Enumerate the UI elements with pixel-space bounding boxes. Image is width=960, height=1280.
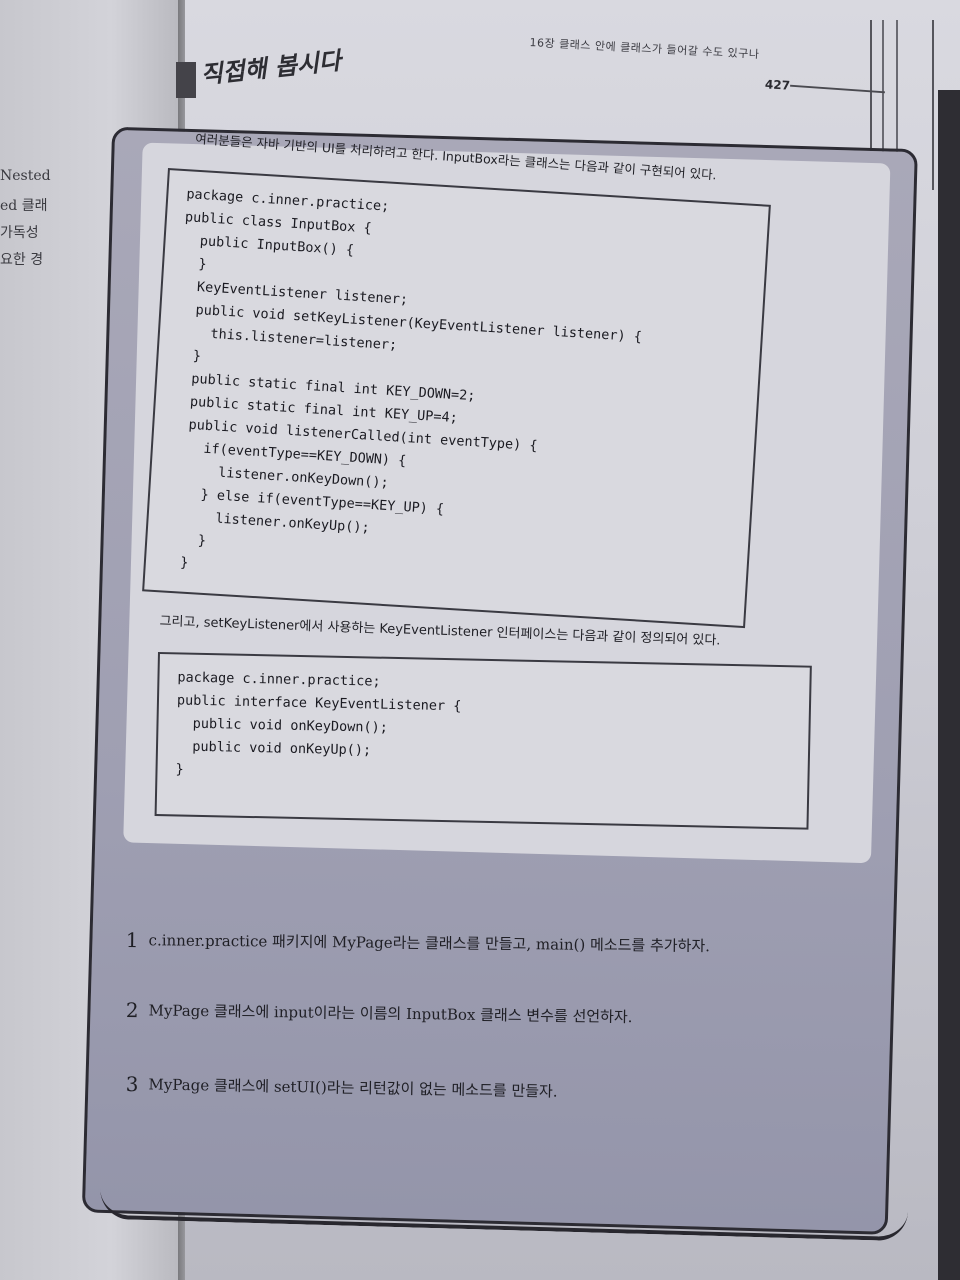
code-block-keyeventlistener: package c.inner.practice; public interfac…: [154, 652, 812, 830]
page-edge: [938, 90, 960, 1280]
left-page-fragment: Nested: [0, 168, 51, 184]
task-number: 1: [125, 928, 139, 953]
code-listing: package c.inner.practice; public interfac…: [157, 654, 810, 807]
task-text: c.inner.practice 패키지에 MyPage라는 클래스를 만들고,…: [148, 931, 711, 956]
left-page-fragment: 요한 경: [0, 252, 44, 268]
page-number: 427: [764, 77, 791, 93]
task-number: 3: [125, 1072, 139, 1097]
task-text: MyPage 클래스에 setUI()라는 리턴값이 없는 메소드를 만들자.: [148, 1075, 558, 1101]
section-tab-marker: [176, 62, 196, 98]
task-number: 2: [125, 998, 139, 1023]
code-listing: package c.inner.practice; public class In…: [145, 170, 769, 621]
task-text: MyPage 클래스에 input이라는 이름의 InputBox 클래스 변수…: [148, 1001, 633, 1027]
left-page-fragment: 가독성: [0, 225, 39, 241]
left-page-fragment: ed 클래: [0, 198, 48, 214]
code-block-inputbox: package c.inner.practice; public class In…: [142, 168, 771, 629]
